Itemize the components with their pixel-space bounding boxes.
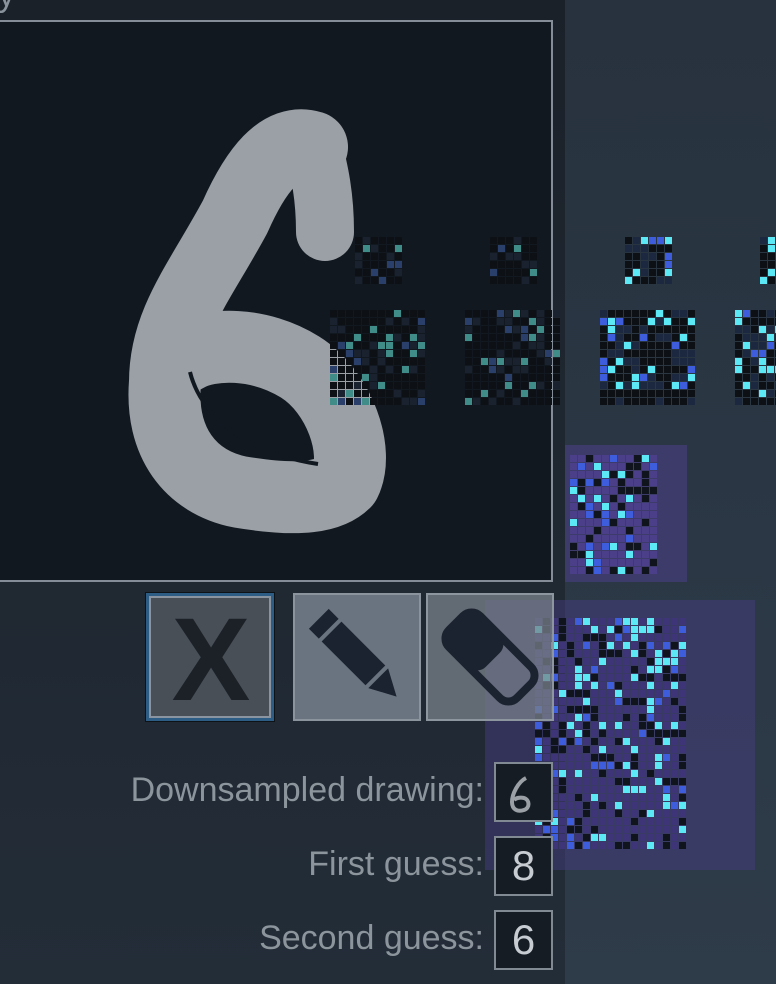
feature-map-4	[735, 310, 776, 405]
feature-map-small-2	[490, 237, 537, 284]
feature-map-small-3	[625, 237, 672, 284]
clear-button[interactable]: X	[146, 593, 274, 721]
feature-map-3	[600, 310, 695, 405]
network-visualization	[330, 237, 776, 870]
downsampled-preview	[494, 762, 553, 822]
feature-map-1	[330, 310, 425, 405]
feature-map-small-1	[355, 237, 402, 284]
feature-map-2	[465, 310, 560, 405]
first-guess-value: 8	[494, 836, 553, 896]
first-guess-label: First guess:	[308, 845, 484, 883]
output-grid-upper	[570, 455, 657, 574]
pencil-button[interactable]	[293, 593, 421, 721]
downsampled-label: Downsampled drawing:	[130, 771, 484, 809]
pencil-icon	[308, 608, 397, 697]
second-guess-label: Second guess:	[259, 919, 484, 957]
clear-label: X	[172, 596, 251, 720]
eraser-icon	[441, 608, 539, 706]
eraser-button[interactable]	[426, 593, 554, 721]
feature-map-small-4	[760, 237, 775, 284]
second-guess-value: 6	[494, 910, 553, 970]
output-grid-lower	[535, 618, 686, 849]
